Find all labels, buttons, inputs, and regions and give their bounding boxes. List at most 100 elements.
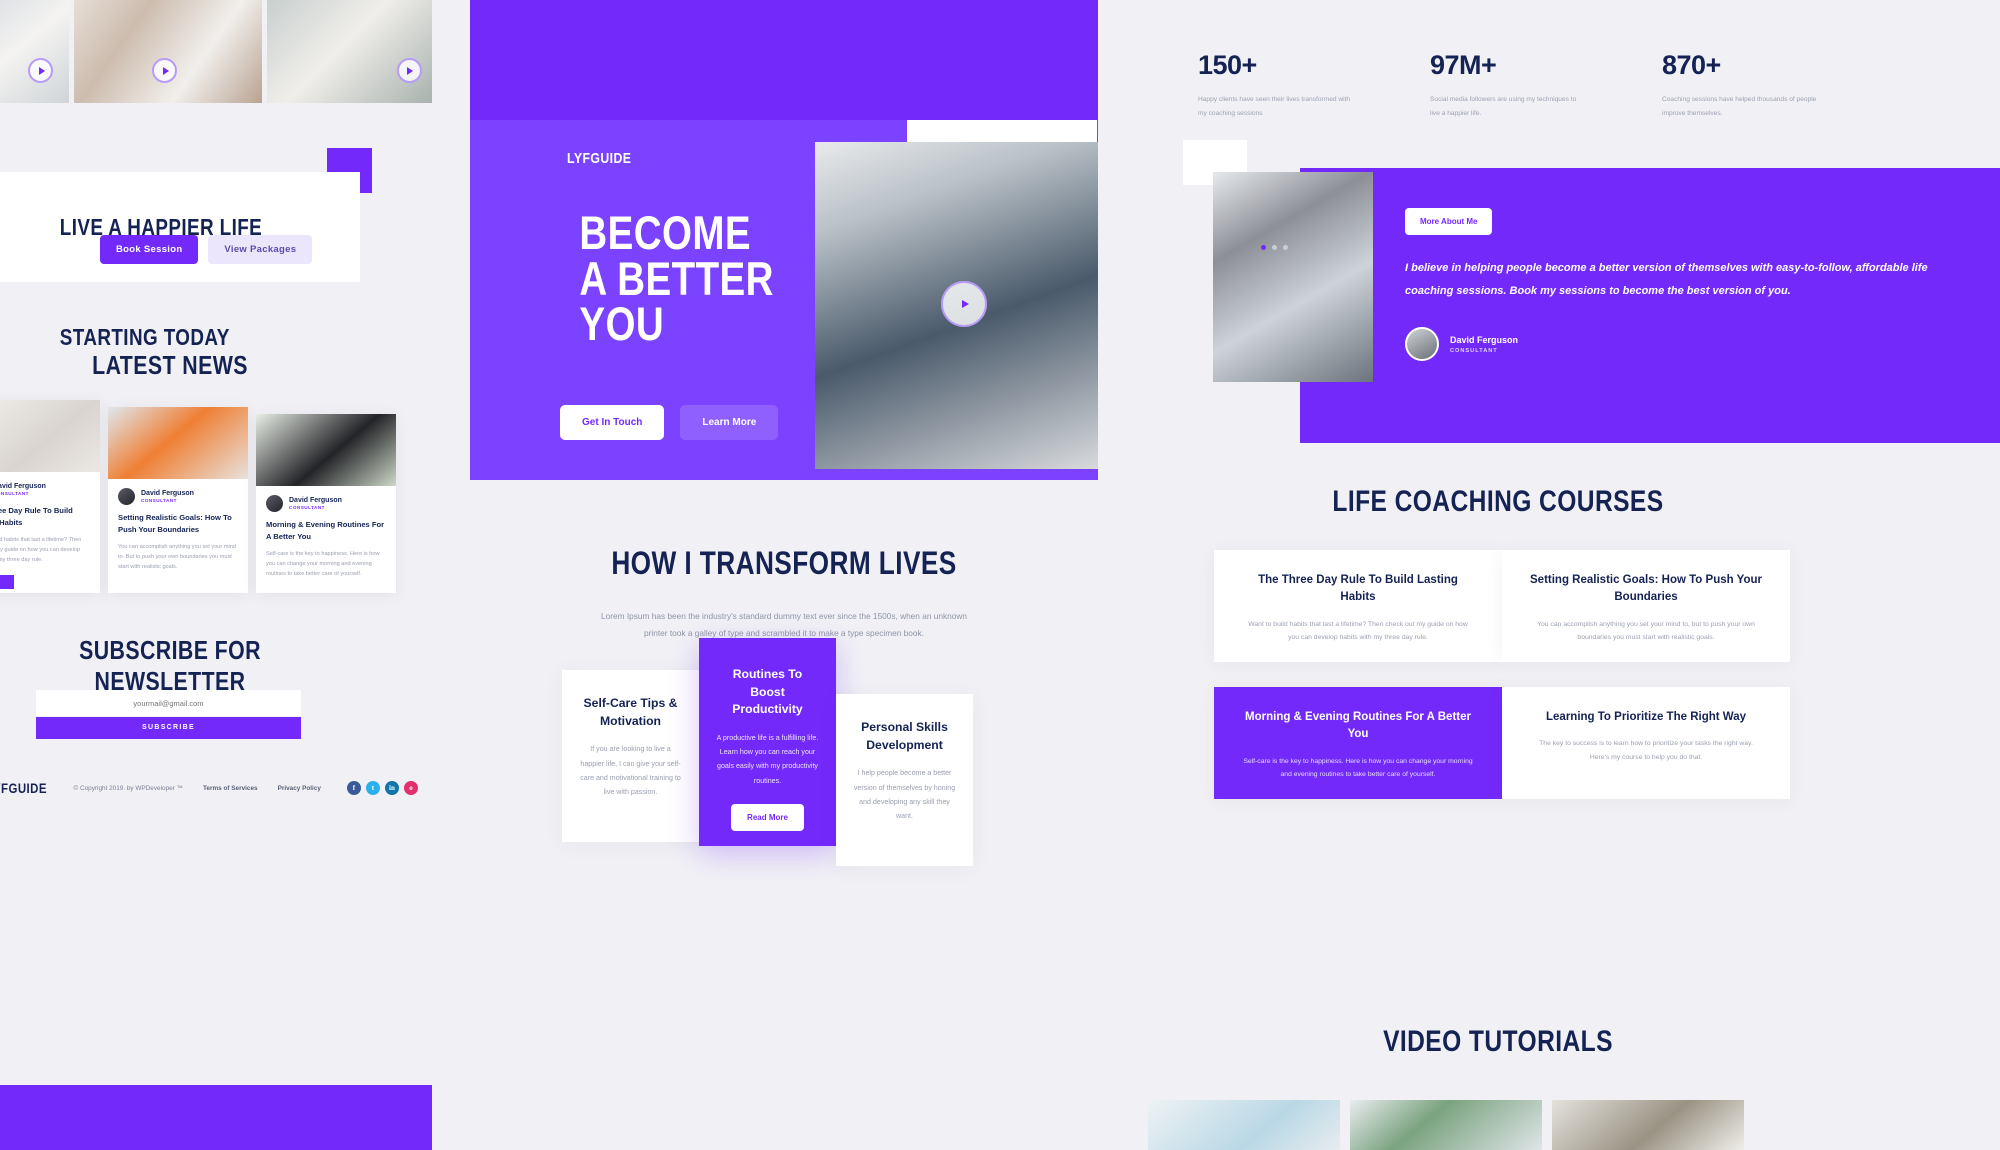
- play-icon[interactable]: [396, 58, 422, 83]
- right-panel: 150+ Happy clients have seen their lives…: [1148, 0, 2000, 1150]
- video-thumbnail[interactable]: [0, 0, 70, 103]
- person-role: CONSULTANT: [1450, 347, 1498, 354]
- video-thumbnail[interactable]: [266, 0, 432, 103]
- learn-more-button[interactable]: Learn More: [680, 405, 779, 440]
- news-title[interactable]: Morning & Evening Routines For A Better …: [266, 519, 386, 543]
- list-item[interactable]: David Ferguson CONSULTANT Setting Realis…: [108, 407, 248, 593]
- email-field[interactable]: [36, 690, 301, 716]
- stat-item: 150+ Happy clients have seen their lives…: [1198, 50, 1355, 121]
- carousel-dot[interactable]: [1283, 245, 1288, 250]
- video-thumbnail[interactable]: [1148, 1100, 1340, 1150]
- course-title: Learning To Prioritize The Right Way: [1546, 711, 1746, 723]
- section-title-video: VIDEO TUTORIALS: [1383, 1025, 1613, 1058]
- news-title[interactable]: Setting Realistic Goals: How To Push You…: [118, 512, 238, 536]
- get-in-touch-button[interactable]: Get In Touch: [560, 405, 665, 440]
- terms-link[interactable]: Terms of Services: [203, 785, 258, 792]
- author-name: David Ferguson: [289, 496, 342, 504]
- video-thumbnail-row: [1148, 1100, 1744, 1150]
- news-title[interactable]: The Three Day Rule To Build Lasting Habi…: [0, 505, 90, 529]
- stat-item: 97M+ Social media followers are using my…: [1430, 50, 1587, 121]
- course-card[interactable]: The Three Day Rule To Build Lasting Habi…: [1214, 550, 1502, 662]
- play-icon[interactable]: [28, 58, 53, 83]
- feature-title: Self-Care Tips & Motivation: [583, 696, 678, 728]
- feature-card[interactable]: Self-Care Tips & Motivation If you are l…: [562, 670, 699, 842]
- about-quote: I believe in helping people become a bet…: [1405, 262, 1928, 298]
- author: David Ferguson CONSULTANT: [266, 495, 386, 512]
- list-item[interactable]: David Ferguson CONSULTANT Morning & Even…: [256, 414, 396, 593]
- author-name: David Ferguson: [0, 482, 46, 490]
- author: David Ferguson CONSULTANT: [0, 481, 90, 498]
- news-thumbnail: [256, 414, 396, 486]
- feature-card[interactable]: Personal Skills Development I help peopl…: [836, 694, 973, 866]
- avatar: [1405, 327, 1439, 362]
- author-role: CONSULTANT: [289, 505, 325, 511]
- news-desc: You can accomplish anything you set your…: [118, 543, 236, 571]
- feature-title: Personal Skills Development: [861, 720, 948, 752]
- book-session-button[interactable]: Book Session: [100, 235, 199, 264]
- author: David Ferguson CONSULTANT: [118, 488, 238, 505]
- more-about-me-button[interactable]: More About Me: [1405, 208, 1493, 235]
- list-item[interactable]: David Ferguson CONSULTANT The Three Day …: [0, 400, 100, 593]
- avatar: [266, 495, 283, 512]
- hero-line-1: BECOME: [579, 206, 751, 259]
- newsletter-title: SUBSCRIBE FOR NEWSLETTER: [79, 635, 261, 696]
- section-title-transform: HOW I TRANSFORM LIVES: [611, 545, 957, 581]
- play-icon[interactable]: [152, 58, 178, 83]
- feature-card-highlighted[interactable]: Routines To Boost Productivity A product…: [699, 638, 836, 846]
- newsletter-form: SUBSCRIBE: [36, 690, 301, 739]
- course-title: The Three Day Rule To Build Lasting Habi…: [1258, 574, 1458, 604]
- video-thumbnail[interactable]: [1350, 1100, 1542, 1150]
- course-desc: You can accomplish anything you set your…: [1537, 620, 1755, 642]
- section-title-courses: LIFE COACHING COURSES: [1332, 485, 1664, 518]
- privacy-link[interactable]: Privacy Policy: [278, 785, 321, 792]
- carousel-dot[interactable]: [1272, 245, 1277, 250]
- carousel-dots[interactable]: [1261, 245, 1288, 250]
- twitter-icon[interactable]: t: [365, 781, 380, 795]
- hero-buttons: Get In Touch Learn More: [560, 405, 779, 440]
- instagram-icon[interactable]: o: [403, 781, 418, 795]
- social-links: f t in o: [346, 781, 418, 795]
- course-desc: Want to build habits that last a lifetim…: [1248, 620, 1468, 642]
- stat-desc: Happy clients have seen their lives tran…: [1198, 96, 1351, 117]
- course-card[interactable]: Learning To Prioritize The Right Way The…: [1502, 687, 1790, 799]
- course-card-highlighted[interactable]: Morning & Evening Routines For A Better …: [1214, 687, 1502, 799]
- courses-row: Morning & Evening Routines For A Better …: [1214, 687, 1790, 799]
- avatar: [118, 488, 135, 505]
- copyright: © Copyright 2019. by WPDeveloper ™: [73, 784, 184, 792]
- cta-buttons: Book Session View Packages: [100, 235, 313, 264]
- decorative-square: [0, 575, 14, 589]
- video-thumbnail-strip: [0, 0, 432, 103]
- read-more-button[interactable]: Read More: [731, 803, 804, 831]
- video-thumbnail[interactable]: [1552, 1100, 1744, 1150]
- news-thumbnail: [108, 407, 248, 479]
- stat-number: 150+: [1198, 50, 1257, 80]
- news-desc: Self-care is the key to happiness. Here …: [266, 550, 380, 578]
- carousel-dot-active[interactable]: [1261, 245, 1266, 250]
- feature-desc: I help people become a better version of…: [853, 769, 956, 820]
- footer: LYFGUIDE © Copyright 2019. by WPDevelope…: [0, 780, 418, 796]
- feature-cards: Self-Care Tips & Motivation If you are l…: [562, 638, 973, 866]
- news-desc: Want to build habits that last a lifetim…: [0, 536, 82, 564]
- about-person: David Ferguson CONSULTANT: [1405, 327, 1965, 362]
- latest-news-title: LATEST NEWS: [92, 350, 248, 380]
- courses-row: The Three Day Rule To Build Lasting Habi…: [1214, 550, 1790, 662]
- course-card[interactable]: Setting Realistic Goals: How To Push You…: [1502, 550, 1790, 662]
- subscribe-button[interactable]: SUBSCRIBE: [36, 716, 301, 739]
- video-thumbnail[interactable]: [74, 0, 262, 103]
- footer-logo: LYFGUIDE: [0, 780, 47, 796]
- course-title: Setting Realistic Goals: How To Push You…: [1530, 574, 1762, 604]
- cta-card: LIVE A HAPPIER LIFE STARTING TODAY: [0, 172, 360, 350]
- left-panel-purple-band: [0, 1085, 432, 1150]
- view-packages-button[interactable]: View Packages: [208, 235, 313, 264]
- stat-desc: Coaching sessions have helped thousands …: [1662, 96, 1817, 117]
- left-panel: LIVE A HAPPIER LIFE STARTING TODAY Book …: [0, 0, 432, 1085]
- screenshot-stage: LIVE A HAPPIER LIFE STARTING TODAY Book …: [0, 0, 2000, 1150]
- linkedin-icon[interactable]: in: [384, 781, 399, 795]
- hero-line-2: A BETTER: [579, 251, 774, 305]
- author-name: David Ferguson: [141, 489, 194, 497]
- play-icon[interactable]: [941, 281, 987, 327]
- feature-title: Routines To Boost Productivity: [732, 667, 803, 717]
- facebook-icon[interactable]: f: [346, 781, 361, 795]
- stat-number: 97M+: [1430, 50, 1497, 80]
- stat-item: 870+ Coaching sessions have helped thous…: [1662, 50, 1819, 121]
